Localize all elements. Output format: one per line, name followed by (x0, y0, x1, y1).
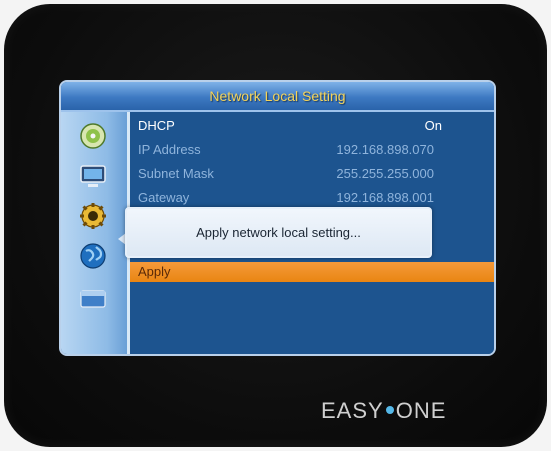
apply-button[interactable]: Apply (130, 262, 494, 282)
apply-dialog: Apply network local setting... (125, 207, 432, 258)
globe-icon[interactable] (79, 242, 107, 270)
brand-dot-icon (385, 406, 394, 415)
setting-value: 255.255.255.000 (336, 166, 434, 181)
gear-icon[interactable] (79, 202, 107, 230)
brand-right: ONE (395, 398, 447, 423)
setting-label: DHCP (138, 118, 175, 133)
setting-label: Subnet Mask (138, 166, 214, 181)
setting-row-dhcp[interactable]: DHCP On (130, 114, 494, 138)
setting-value: On (424, 118, 442, 133)
menu-title: Network Local Setting (61, 82, 494, 112)
setting-row-ip-address[interactable]: IP Address 192.168.898.070 (130, 138, 494, 162)
menu-sidebar (61, 112, 130, 354)
setting-row-subnet-mask[interactable]: Subnet Mask 255.255.255.000 (130, 162, 494, 186)
disc-icon[interactable] (79, 122, 107, 150)
brand-left: EASY (321, 398, 384, 423)
setting-value: 192.168.898.070 (336, 142, 434, 157)
brand-logo: EASY ONE (321, 398, 446, 424)
monitor-icon[interactable] (79, 162, 107, 190)
folder-icon[interactable] (79, 284, 107, 312)
setting-label: IP Address (138, 142, 201, 157)
